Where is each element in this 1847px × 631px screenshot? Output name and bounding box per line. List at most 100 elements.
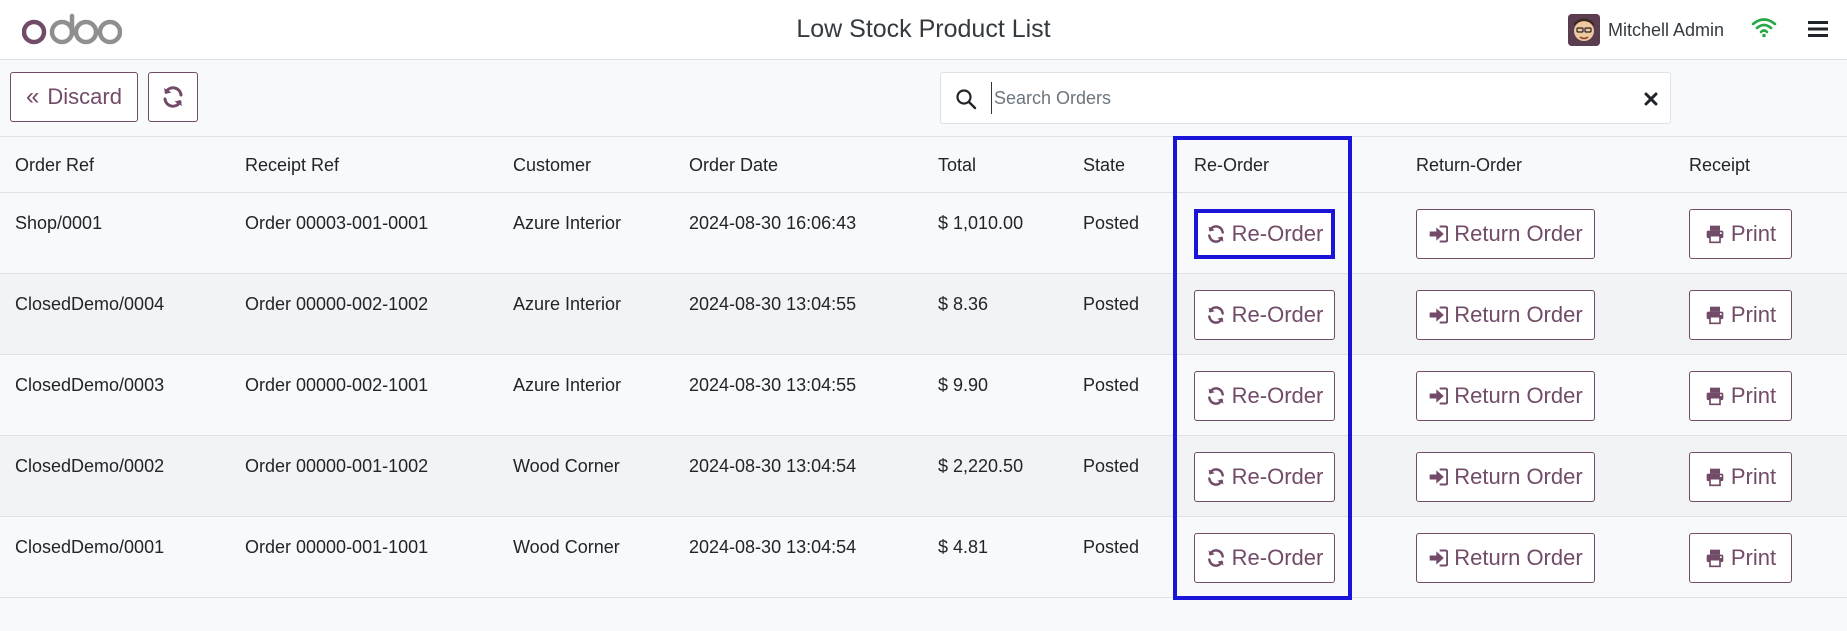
re-order-label: Re-Order: [1231, 464, 1324, 489]
cell-order-date: 2024-08-30 13:04:54: [689, 456, 857, 476]
cell-order-date: 2024-08-30 13:04:55: [689, 294, 857, 314]
cell-customer: Azure Interior: [513, 375, 622, 395]
table-row[interactable]: Shop/0001 Order 00003-001-0001 Azure Inter…: [0, 193, 1847, 274]
table-body: Shop/0001 Order 00003-001-0001 Azure Inter…: [0, 193, 1847, 598]
table-row[interactable]: ClosedDemo/0003 Order 00000-002-1001 Azure…: [0, 355, 1847, 436]
print-label: Print: [1730, 302, 1777, 327]
sign-in-icon: [1429, 306, 1449, 324]
refresh-icon: [1207, 387, 1224, 405]
discard-label: Discard: [47, 84, 122, 109]
discard-button[interactable]: « Discard: [10, 72, 138, 122]
wifi-icon: [1751, 18, 1777, 38]
refresh-icon: [1207, 468, 1224, 486]
search-icon: [956, 89, 977, 110]
avatar: [1568, 14, 1600, 46]
column-header-re-order: Re-Order: [1194, 155, 1270, 175]
print-icon: [1706, 468, 1724, 487]
print-label: Print: [1730, 221, 1777, 246]
cell-customer: Wood Corner: [513, 456, 620, 476]
cell-total: $ 8.36: [938, 294, 989, 314]
search-bar: [940, 72, 1671, 124]
cell-total: $ 1,010.00: [938, 213, 1024, 233]
refresh-icon: [1207, 549, 1224, 567]
refresh-icon: [1207, 306, 1224, 324]
print-label: Print: [1730, 545, 1777, 570]
close-icon[interactable]: [1641, 89, 1661, 109]
cell-order-ref: Shop/0001: [15, 213, 103, 233]
return-order-button[interactable]: Return Order: [1416, 533, 1595, 583]
print-icon: [1706, 387, 1724, 406]
re-order-button[interactable]: Re-Order: [1194, 209, 1335, 259]
sign-in-icon: [1429, 549, 1449, 567]
cell-state: Posted: [1083, 456, 1140, 476]
cell-state: Posted: [1083, 375, 1140, 395]
column-header-receipt: Receipt: [1689, 155, 1751, 175]
return-order-button[interactable]: Return Order: [1416, 290, 1595, 340]
table-row[interactable]: ClosedDemo/0001 Order 00000-001-1001 Wood …: [0, 517, 1847, 598]
print-icon: [1706, 306, 1724, 325]
search-input[interactable]: [991, 82, 1591, 114]
cell-customer: Azure Interior: [513, 294, 622, 314]
sign-in-icon: [1429, 387, 1449, 405]
top-bar: Low Stock Product List Mitchell Admin: [0, 0, 1847, 60]
re-order-button[interactable]: Re-Order: [1194, 290, 1335, 340]
orders-table: Order Ref Receipt Ref Customer Order Dat…: [0, 136, 1847, 598]
sign-in-icon: [1429, 468, 1449, 486]
print-button[interactable]: Print: [1689, 290, 1792, 340]
re-order-button[interactable]: Re-Order: [1194, 533, 1335, 583]
print-button[interactable]: Print: [1689, 209, 1792, 259]
table-row[interactable]: ClosedDemo/0002 Order 00000-001-1002 Wood …: [0, 436, 1847, 517]
print-button[interactable]: Print: [1689, 452, 1792, 502]
re-order-label: Re-Order: [1231, 302, 1324, 327]
avatar-image: [1568, 14, 1600, 46]
re-order-label: Re-Order: [1231, 383, 1324, 408]
return-order-label: Return Order: [1454, 221, 1583, 246]
return-order-button[interactable]: Return Order: [1416, 209, 1595, 259]
return-order-label: Return Order: [1454, 464, 1583, 489]
print-label: Print: [1730, 464, 1777, 489]
print-icon: [1706, 549, 1724, 568]
cell-receipt-ref: Order 00000-002-1002: [245, 294, 429, 314]
cell-order-ref: ClosedDemo/0003: [15, 375, 165, 395]
return-order-label: Return Order: [1454, 545, 1583, 570]
refresh-icon: [1207, 225, 1224, 243]
column-header-return-order: Return-Order: [1416, 155, 1523, 175]
cell-state: Posted: [1083, 213, 1140, 233]
column-header-order-ref[interactable]: Order Ref: [15, 155, 94, 176]
print-button[interactable]: Print: [1689, 371, 1792, 421]
re-order-label: Re-Order: [1231, 221, 1324, 246]
refresh-button[interactable]: [148, 72, 198, 122]
cell-total: $ 4.81: [938, 537, 989, 557]
hamburger-menu-icon[interactable]: [1808, 20, 1828, 38]
sign-in-icon: [1429, 225, 1449, 243]
print-label: Print: [1730, 383, 1777, 408]
column-header-receipt-ref[interactable]: Receipt Ref: [245, 155, 339, 176]
double-chevron-left-icon: «: [26, 83, 40, 110]
column-header-total[interactable]: Total: [938, 155, 976, 176]
cell-order-date: 2024-08-30 13:04:55: [689, 375, 857, 395]
column-header-state[interactable]: State: [1083, 155, 1125, 176]
cell-order-ref: ClosedDemo/0004: [15, 294, 165, 314]
return-order-button[interactable]: Return Order: [1416, 371, 1595, 421]
column-header-customer[interactable]: Customer: [513, 155, 591, 176]
user-menu[interactable]: Mitchell Admin: [1568, 14, 1724, 46]
cell-state: Posted: [1083, 294, 1140, 314]
cell-receipt-ref: Order 00000-001-1002: [245, 456, 429, 476]
return-order-button[interactable]: Return Order: [1416, 452, 1595, 502]
cell-state: Posted: [1083, 537, 1140, 557]
cell-receipt-ref: Order 00000-001-1001: [245, 537, 429, 557]
table-header: Order Ref Receipt Ref Customer Order Dat…: [0, 136, 1847, 193]
column-header-order-date[interactable]: Order Date: [689, 155, 778, 176]
cell-order-ref: ClosedDemo/0002: [15, 456, 165, 476]
cell-total: $ 9.90: [938, 375, 989, 395]
cell-total: $ 2,220.50: [938, 456, 1024, 476]
re-order-button[interactable]: Re-Order: [1194, 371, 1335, 421]
re-order-button[interactable]: Re-Order: [1194, 452, 1335, 502]
cell-customer: Wood Corner: [513, 537, 620, 557]
cell-customer: Azure Interior: [513, 213, 622, 233]
print-button[interactable]: Print: [1689, 533, 1792, 583]
cell-order-ref: ClosedDemo/0001: [15, 537, 165, 557]
print-icon: [1706, 225, 1724, 244]
table-row[interactable]: ClosedDemo/0004 Order 00000-002-1002 Azure…: [0, 274, 1847, 355]
re-order-label: Re-Order: [1231, 545, 1324, 570]
